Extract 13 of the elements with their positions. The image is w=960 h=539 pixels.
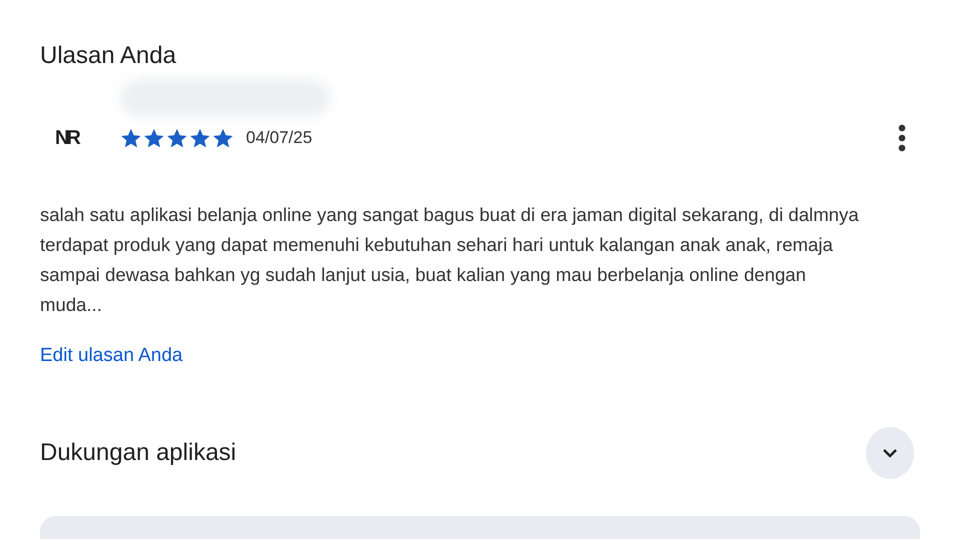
chevron-icon <box>882 448 898 458</box>
star-icon <box>143 128 165 148</box>
star-icon <box>120 128 142 148</box>
star-icon <box>212 128 234 148</box>
review-date: 04/07/25 <box>246 128 312 148</box>
section-title: Dukungan aplikasi <box>40 439 236 467</box>
review-text: salah satu aplikasi belanja online yang sangat bagus buat di era jaman digital sekarang, di dalmnya terdapat produk yang dapat memenuhi kebutuhan sehari hari untuk kalangan anak anak, remaja sampai dewasa bahkan yg sudah lanjut usia, buat kalian yang mau berbelanja online dengan muda... <box>40 203 860 317</box>
star-icon <box>189 128 211 148</box>
edit-review-link[interactable]: Edit ulasan Anda <box>40 345 183 367</box>
more-icon <box>898 124 906 152</box>
section-title: Ulasan Anda <box>40 41 178 71</box>
avatar-logo: NR <box>55 126 80 150</box>
star-icon <box>166 128 188 148</box>
